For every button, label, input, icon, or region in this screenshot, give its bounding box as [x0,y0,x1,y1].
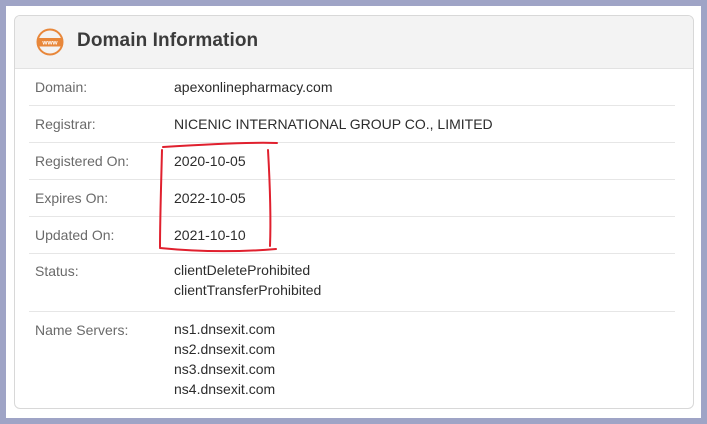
row-value: 2022-10-05 [174,188,246,208]
updated-on-value: 2021-10-10 [174,227,246,243]
registrar-value: NICENIC INTERNATIONAL GROUP CO., LIMITED [174,116,493,132]
name-server-value: ns2.dnsexit.com [174,341,276,357]
row-label: Name Servers: [35,322,129,338]
row-label: Expires On: [35,190,109,206]
row-registrar: Registrar: NICENIC INTERNATIONAL GROUP C… [29,106,675,143]
row-expires-on: Expires On: 2022-10-05 [29,180,675,217]
status-value: clientTransferProhibited [174,282,322,298]
row-label: Updated On: [35,227,115,243]
row-label: Status: [35,263,79,279]
row-registered-on: Registered On: 2020-10-05 [29,143,675,180]
name-server-value: ns3.dnsexit.com [174,361,276,377]
row-label: Domain: [35,79,88,95]
row-value: 2020-10-05 [174,151,246,171]
status-value: clientDeleteProhibited [174,262,311,278]
domain-information-card: www Domain Information Domain: apexonlin… [14,15,694,409]
row-label: Registrar: [35,116,96,132]
name-server-value: ns4.dnsexit.com [174,381,276,397]
www-icon-text: www [41,40,58,47]
registered-on-value: 2020-10-05 [174,153,246,169]
expires-on-value: 2022-10-05 [174,190,246,206]
name-server-value: ns1.dnsexit.com [174,321,276,337]
row-value: apexonlinepharmacy.com [174,77,333,97]
row-label: Registered On: [35,153,130,169]
domain-value: apexonlinepharmacy.com [174,79,333,95]
row-value: NICENIC INTERNATIONAL GROUP CO., LIMITED [174,114,493,134]
row-status: Status: clientDeleteProhibited clientTra… [29,254,675,312]
card-title: Domain Information [77,30,259,51]
row-updated-on: Updated On: 2021-10-10 [29,217,675,254]
card-header: www Domain Information [15,16,693,69]
row-value: clientDeleteProhibited clientTransferPro… [174,260,321,300]
row-name-servers: Name Servers: ns1.dnsexit.com ns2.dnsexi… [29,312,675,408]
row-value: ns1.dnsexit.com ns2.dnsexit.com ns3.dnse… [174,319,275,399]
row-value: 2021-10-10 [174,225,246,245]
www-globe-icon: www [36,28,64,56]
row-domain: Domain: apexonlinepharmacy.com [29,69,675,106]
